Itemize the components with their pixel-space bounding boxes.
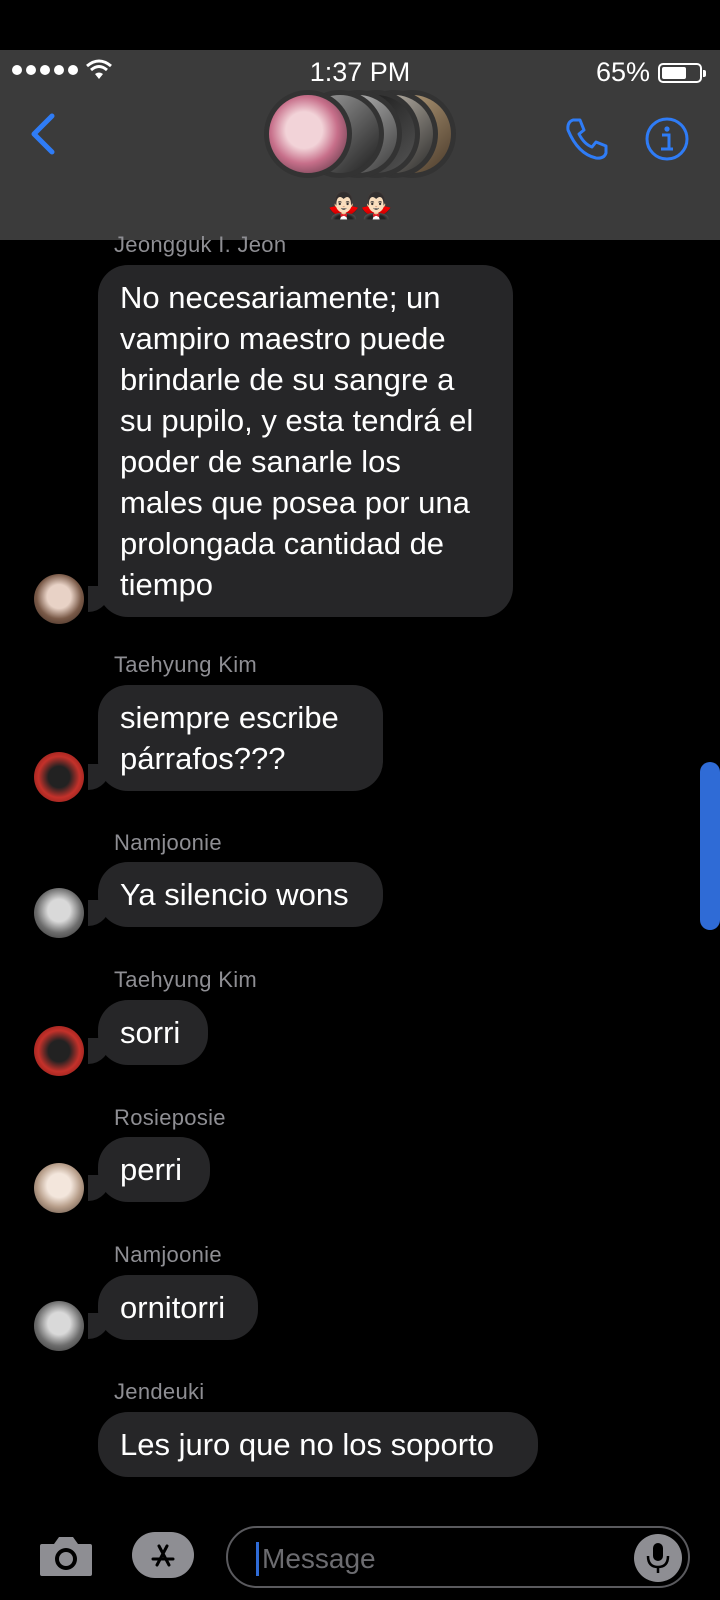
avatar[interactable] [34,1163,84,1213]
sender-name: Jeongguk I. Jeon [114,232,287,257]
battery-icon [658,63,706,83]
sender-name: Namjoonie [114,830,222,855]
group-name[interactable]: 🧛🏻‍♂️🧛🏻‍♂️ [0,190,720,221]
message-placeholder: Message [262,1543,376,1574]
text-caret [256,1542,259,1576]
message-input[interactable]: Message [226,1526,690,1588]
camera-icon[interactable] [38,1532,94,1578]
bubble-tail [88,764,110,790]
app-store-icon[interactable] [132,1532,194,1578]
sender-name: Taehyung Kim [114,652,258,677]
status-bar: 1:37 PM 65% [0,55,720,89]
message-bubble[interactable]: siempre escribe párrafos??? [98,685,383,791]
avatar[interactable] [34,574,84,624]
sender-name: Rosieposie [114,1105,226,1130]
avatar[interactable] [34,752,84,802]
battery-percentage: 65% [595,57,650,87]
message-bubble[interactable]: Les juro que no los soporto [98,1412,538,1477]
info-icon[interactable] [644,116,690,162]
avatar[interactable] [34,1026,84,1076]
scrollbar[interactable] [700,762,720,930]
back-chevron-icon[interactable] [28,113,58,155]
message-bubble[interactable]: Ya silencio wons [98,862,383,927]
top-band [0,0,720,50]
microphone-glyph [646,1543,670,1573]
phone-icon[interactable] [564,116,610,162]
avatar[interactable] [34,888,84,938]
avatar[interactable] [34,1301,84,1351]
microphone-icon[interactable] [634,1534,682,1582]
composer-bar: Message [0,1510,720,1600]
bubble-tail [88,1175,110,1201]
sender-name: Namjoonie [114,1242,222,1267]
bubble-tail [88,1313,110,1339]
group-avatar-stack[interactable] [264,90,456,178]
message-bubble[interactable]: No necesariamente; un vampiro maestro pu… [98,265,513,617]
sender-name: Taehyung Kim [114,967,258,992]
group-member-photo [264,90,352,178]
message-bubble[interactable]: perri [98,1137,210,1202]
bubble-tail [88,900,110,926]
message-bubble[interactable]: ornitorri [98,1275,258,1340]
bubble-tail [88,1038,110,1064]
message-bubble[interactable]: sorri [98,1000,208,1065]
sender-name: Jendeuki [114,1379,205,1404]
app-store-glyph [151,1544,175,1567]
